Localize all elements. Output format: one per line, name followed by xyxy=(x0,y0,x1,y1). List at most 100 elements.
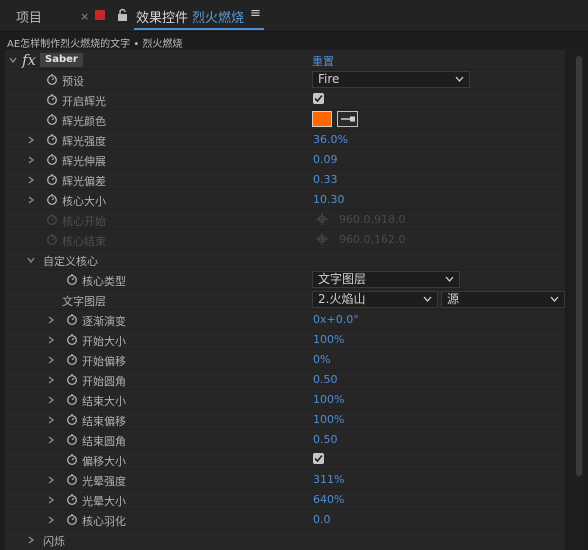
glow-bias-value[interactable]: 0.33 xyxy=(313,173,338,186)
chevron-right-icon[interactable] xyxy=(27,536,35,544)
core-type-value: 文字图层 xyxy=(318,272,367,286)
stopwatch-icon[interactable] xyxy=(46,93,58,105)
text-layer-source-dropdown[interactable]: 源 xyxy=(441,291,565,308)
start-size-label: 开始大小 xyxy=(82,335,126,348)
eyedropper-button[interactable] xyxy=(337,111,358,127)
tab-effect-controls-label: 效果控件 xyxy=(136,11,189,26)
breadcrumb: AE怎样制作烈火燃烧的文字 • 烈火燃烧 xyxy=(7,39,183,50)
core-feather-value[interactable]: 0.0 xyxy=(313,513,331,526)
core-type-dropdown[interactable]: 文字图层 xyxy=(312,271,460,288)
chevron-right-icon[interactable] xyxy=(47,396,55,404)
lock-icon[interactable] xyxy=(116,8,129,21)
chevron-right-icon[interactable] xyxy=(47,416,55,424)
core-end-value: 960.0,162.0 xyxy=(339,233,406,246)
chevron-right-icon[interactable] xyxy=(27,196,35,204)
chevron-right-icon[interactable] xyxy=(47,336,55,344)
halo-intensity-label: 光晕强度 xyxy=(82,475,126,488)
start-size-row: 开始大小 100% xyxy=(5,330,565,350)
start-size-value[interactable]: 100% xyxy=(313,333,344,346)
chevron-down-icon[interactable] xyxy=(27,256,35,264)
chevron-right-icon[interactable] xyxy=(27,136,35,144)
glow-spread-value[interactable]: 0.09 xyxy=(313,153,338,166)
fx-icon[interactable]: fx xyxy=(22,51,36,69)
crosshair-icon xyxy=(316,233,328,245)
stopwatch-icon[interactable] xyxy=(66,353,78,365)
start-roundness-value[interactable]: 0.50 xyxy=(313,373,338,386)
chevron-right-icon[interactable] xyxy=(47,476,55,484)
end-offset-value[interactable]: 100% xyxy=(313,413,344,426)
tab-effect-controls[interactable]: 效果控件 烈火燃烧 xyxy=(136,7,244,26)
stopwatch-icon[interactable] xyxy=(66,473,78,485)
enable-glow-row: 开启辉光 xyxy=(5,90,565,110)
stopwatch-icon[interactable] xyxy=(46,113,58,125)
stopwatch-icon[interactable] xyxy=(46,133,58,145)
tab-project[interactable]: 项目 xyxy=(16,7,42,26)
panel-menu-icon[interactable]: ≡ xyxy=(250,6,261,21)
stopwatch-icon[interactable] xyxy=(46,193,58,205)
preset-row: 预设 Fire xyxy=(5,70,565,90)
preset-value: Fire xyxy=(318,72,340,86)
text-layer-value: 2.火焰山 xyxy=(318,292,366,306)
chevron-right-icon[interactable] xyxy=(27,156,35,164)
core-type-label: 核心类型 xyxy=(82,275,126,288)
custom-core-group-row: 自定义核心 xyxy=(5,250,565,270)
stopwatch-icon[interactable] xyxy=(46,73,58,85)
stopwatch-icon[interactable] xyxy=(46,173,58,185)
end-size-value[interactable]: 100% xyxy=(313,393,344,406)
core-size-value[interactable]: 10.30 xyxy=(313,193,345,206)
core-end-label: 核心结束 xyxy=(62,235,106,248)
reset-link[interactable]: 重置 xyxy=(312,53,334,69)
text-layer-label: 文字图层 xyxy=(62,295,106,308)
tab-close-icon[interactable]: × xyxy=(80,10,89,23)
chevron-right-icon[interactable] xyxy=(27,176,35,184)
custom-core-label[interactable]: 自定义核心 xyxy=(43,253,98,269)
stopwatch-icon[interactable] xyxy=(66,313,78,325)
chevron-right-icon[interactable] xyxy=(47,356,55,364)
stopwatch-icon[interactable] xyxy=(66,373,78,385)
end-offset-row: 结束偏移 100% xyxy=(5,410,565,430)
glow-intensity-value[interactable]: 36.0% xyxy=(313,133,348,146)
stopwatch-icon[interactable] xyxy=(66,393,78,405)
panel-tab-bar: 项目 × 效果控件 烈火燃烧 ≡ xyxy=(0,0,588,32)
stopwatch-icon[interactable] xyxy=(66,433,78,445)
chevron-down-icon xyxy=(455,76,464,82)
halo-size-value[interactable]: 640% xyxy=(313,493,344,506)
checkmark-icon xyxy=(314,94,323,103)
effect-name[interactable]: Saber xyxy=(40,53,83,67)
offset-size-label: 偏移大小 xyxy=(82,455,126,468)
core-start-label: 核心开始 xyxy=(62,215,106,228)
chevron-down-icon xyxy=(445,276,454,282)
start-offset-value[interactable]: 0% xyxy=(313,353,330,366)
enable-glow-checkbox[interactable] xyxy=(313,93,324,104)
glow-color-swatch[interactable] xyxy=(312,111,332,127)
offset-size-checkbox[interactable] xyxy=(313,453,324,464)
scrollbar-thumb[interactable] xyxy=(576,56,582,476)
halo-intensity-value[interactable]: 311% xyxy=(313,473,344,486)
chevron-down-icon[interactable] xyxy=(9,56,17,64)
enable-glow-label: 开启辉光 xyxy=(62,95,106,108)
flicker-group-row: 闪烁 xyxy=(5,530,565,550)
vertical-scrollbar[interactable] xyxy=(574,50,584,550)
chevron-right-icon[interactable] xyxy=(47,496,55,504)
end-offset-label: 结束偏移 xyxy=(82,415,126,428)
preset-dropdown[interactable]: Fire xyxy=(312,71,470,88)
chevron-right-icon[interactable] xyxy=(47,516,55,524)
glow-bias-row: 辉光偏差 0.33 xyxy=(5,170,565,190)
stopwatch-icon[interactable] xyxy=(66,513,78,525)
glow-intensity-row: 辉光强度 36.0% xyxy=(5,130,565,150)
gradual-change-value[interactable]: 0x+0.0° xyxy=(313,313,359,326)
stopwatch-icon[interactable] xyxy=(66,333,78,345)
chevron-right-icon[interactable] xyxy=(47,316,55,324)
glow-bias-label: 辉光偏差 xyxy=(62,175,106,188)
text-layer-dropdown[interactable]: 2.火焰山 xyxy=(312,291,438,308)
end-roundness-value[interactable]: 0.50 xyxy=(313,433,338,446)
chevron-right-icon[interactable] xyxy=(47,436,55,444)
stopwatch-icon[interactable] xyxy=(66,493,78,505)
stopwatch-icon[interactable] xyxy=(66,273,78,285)
chevron-right-icon[interactable] xyxy=(47,376,55,384)
stopwatch-icon[interactable] xyxy=(66,453,78,465)
flicker-label[interactable]: 闪烁 xyxy=(43,533,65,549)
preset-label: 预设 xyxy=(62,75,84,88)
stopwatch-icon[interactable] xyxy=(66,413,78,425)
stopwatch-icon[interactable] xyxy=(46,153,58,165)
